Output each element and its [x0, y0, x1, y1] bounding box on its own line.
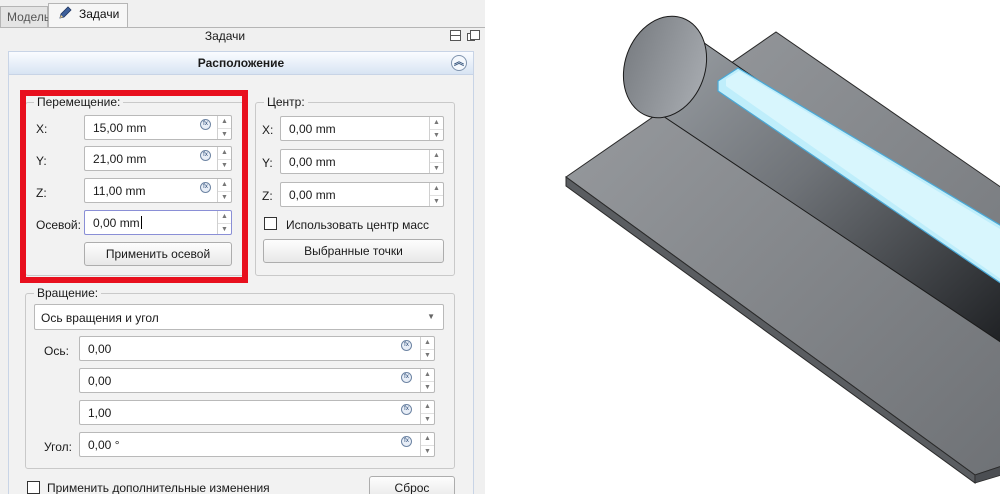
- highlight-annotation: [20, 90, 248, 283]
- reset-button[interactable]: Сброс: [369, 476, 455, 494]
- spin-down-icon[interactable]: ▼: [430, 128, 443, 141]
- spin-up-icon[interactable]: ▲: [430, 183, 443, 195]
- spin-up-icon[interactable]: ▲: [421, 337, 434, 349]
- tab-tasks-label: Задачи: [79, 7, 120, 21]
- center-x-value: 0,00 mm: [289, 122, 336, 136]
- rotation-group: Вращение: Ось вращения и угол ▼ Ось: 0,0…: [25, 286, 455, 469]
- rotation-angle-value: 0,00 °: [88, 438, 120, 452]
- center-group: Центр: X: 0,00 mm ▲ ▼ Y: 0,00 mm ▲ ▼ Z: 0,…: [255, 95, 455, 276]
- spin-up-icon[interactable]: ▲: [421, 433, 434, 445]
- spin-down-icon[interactable]: ▼: [421, 444, 434, 457]
- task-panel: Модель Задачи Задачи Расположение ︽ Пере…: [0, 0, 485, 494]
- rotation-angle-label: Угол:: [44, 440, 72, 454]
- pencil-icon: [57, 5, 73, 21]
- rotation-title: Вращение:: [34, 286, 102, 300]
- selected-points-button[interactable]: Выбранные точки: [263, 239, 444, 263]
- spin-down-icon[interactable]: ▼: [421, 348, 434, 361]
- rotation-axis-z-value: 1,00: [88, 406, 112, 420]
- apply-incremental-label: Применить дополнительные изменения: [47, 481, 270, 494]
- rotation-angle-input[interactable]: 0,00 ° fx ▲ ▼: [79, 432, 435, 457]
- float-window-icon[interactable]: [467, 30, 480, 41]
- minimize-icon[interactable]: [450, 30, 461, 41]
- center-z-value: 0,00 mm: [289, 188, 336, 202]
- rotation-mode-value: Ось вращения и угол: [41, 311, 159, 325]
- fx-icon[interactable]: fx: [401, 372, 412, 383]
- rotation-axis-y-value: 0,00: [88, 374, 112, 388]
- spin-down-icon[interactable]: ▼: [430, 161, 443, 174]
- rotation-axis-x-value: 0,00: [88, 342, 112, 356]
- spin-arrows[interactable]: ▲ ▼: [420, 401, 434, 424]
- center-y-input[interactable]: 0,00 mm ▲ ▼: [280, 149, 444, 174]
- spin-down-icon[interactable]: ▼: [421, 412, 434, 425]
- 3d-viewport[interactable]: [485, 0, 1000, 494]
- spin-down-icon[interactable]: ▼: [430, 194, 443, 207]
- tab-model[interactable]: Модель: [0, 6, 51, 28]
- tab-tasks[interactable]: Задачи: [48, 3, 128, 28]
- use-center-mass-label: Использовать центр масс: [286, 218, 430, 232]
- center-x-label: X:: [262, 123, 274, 137]
- fx-icon[interactable]: fx: [401, 436, 412, 447]
- spin-down-icon[interactable]: ▼: [421, 380, 434, 393]
- center-y-value: 0,00 mm: [289, 155, 336, 169]
- apply-incremental-checkbox[interactable]: [27, 481, 40, 494]
- spin-up-icon[interactable]: ▲: [430, 117, 443, 129]
- collapse-icon[interactable]: ︽: [451, 55, 467, 71]
- tab-model-label: Модель: [7, 10, 51, 24]
- tab-divider: [0, 27, 485, 28]
- rotation-axis-label: Ось:: [44, 344, 69, 358]
- rotation-axis-y-input[interactable]: 0,00 fx ▲ ▼: [79, 368, 435, 393]
- rotation-axis-z-input[interactable]: 1,00 fx ▲ ▼: [79, 400, 435, 425]
- tab-bar: Модель Задачи: [0, 0, 485, 28]
- tasks-title: Задачи: [204, 29, 246, 43]
- spin-arrows[interactable]: ▲ ▼: [420, 369, 434, 392]
- chevron-down-icon: ▼: [427, 312, 435, 321]
- spin-up-icon[interactable]: ▲: [421, 369, 434, 381]
- center-title: Центр:: [264, 95, 308, 109]
- center-z-input[interactable]: 0,00 mm ▲ ▼: [280, 182, 444, 207]
- center-z-label: Z:: [262, 189, 273, 203]
- panel-title: Расположение: [197, 56, 285, 70]
- spin-arrows[interactable]: ▲ ▼: [429, 183, 443, 206]
- spin-arrows[interactable]: ▲ ▼: [429, 117, 443, 140]
- rotation-mode-select[interactable]: Ось вращения и угол ▼: [34, 304, 444, 330]
- rotation-axis-x-input[interactable]: 0,00 fx ▲ ▼: [79, 336, 435, 361]
- panel-header[interactable]: Расположение ︽: [9, 52, 473, 75]
- selected-points-label: Выбранные точки: [304, 244, 403, 258]
- fx-icon[interactable]: fx: [401, 340, 412, 351]
- reset-label: Сброс: [394, 481, 430, 494]
- spin-arrows[interactable]: ▲ ▼: [420, 433, 434, 456]
- spin-arrows[interactable]: ▲ ▼: [420, 337, 434, 360]
- 3d-model[interactable]: [485, 0, 1000, 494]
- spin-up-icon[interactable]: ▲: [421, 401, 434, 413]
- use-center-mass-checkbox[interactable]: [264, 217, 277, 230]
- fx-icon[interactable]: fx: [401, 404, 412, 415]
- center-y-label: Y:: [262, 156, 273, 170]
- center-x-input[interactable]: 0,00 mm ▲ ▼: [280, 116, 444, 141]
- spin-arrows[interactable]: ▲ ▼: [429, 150, 443, 173]
- spin-up-icon[interactable]: ▲: [430, 150, 443, 162]
